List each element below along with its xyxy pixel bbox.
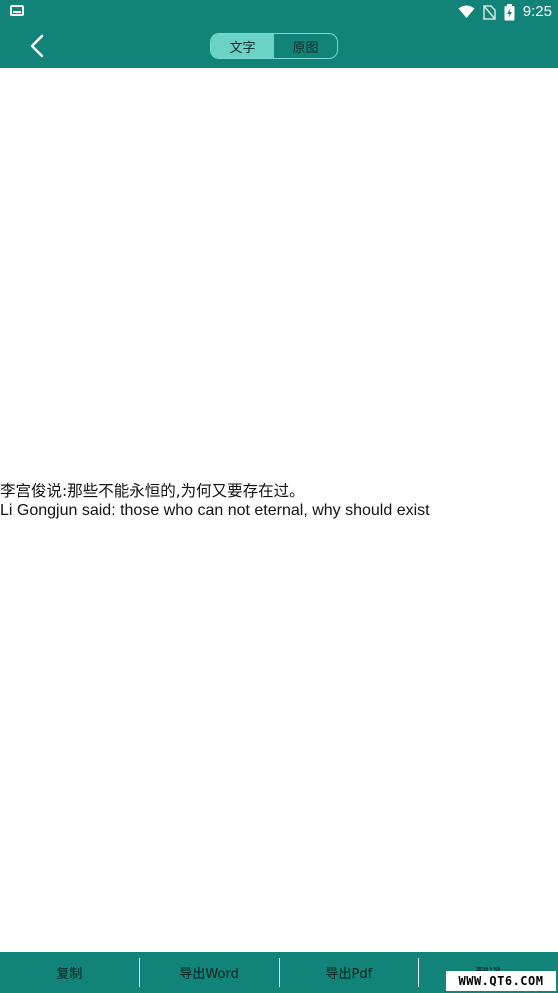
status-bar: 9:25 [0, 0, 558, 24]
screen: 9:25 文字 原图 李宫俊说:那些不能永恒的,为何又要存在过。 Li Gong… [0, 0, 558, 993]
app-bar: 文字 原图 [0, 24, 558, 68]
status-time: 9:25 [522, 3, 552, 20]
tab-original-image[interactable]: 原图 [274, 34, 337, 58]
export-pdf-button[interactable]: 导出Pdf [280, 958, 420, 987]
copy-button[interactable]: 复制 [0, 958, 140, 987]
tab-text[interactable]: 文字 [211, 34, 274, 58]
recognized-text: 李宫俊说:那些不能永恒的,为何又要存在过。 Li Gongjun said: t… [0, 482, 556, 520]
battery-charging-icon [504, 3, 515, 21]
recognized-text-area[interactable]: 李宫俊说:那些不能永恒的,为何又要存在过。 Li Gongjun said: t… [0, 68, 558, 952]
text-line-chinese: 李宫俊说:那些不能永恒的,为何又要存在过。 [0, 482, 305, 500]
screen-icon [10, 5, 24, 16]
export-word-button[interactable]: 导出Word [140, 958, 280, 987]
status-icons: 9:25 [458, 2, 552, 22]
text-line-english: Li Gongjun said: those who can not etern… [0, 502, 430, 519]
view-mode-toggle: 文字 原图 [210, 33, 338, 59]
no-sim-icon [483, 4, 496, 20]
chevron-left-icon [30, 34, 44, 58]
watermark: WWW.QT6.COM [446, 971, 556, 991]
back-button[interactable] [24, 32, 52, 60]
wifi-icon [458, 5, 475, 19]
